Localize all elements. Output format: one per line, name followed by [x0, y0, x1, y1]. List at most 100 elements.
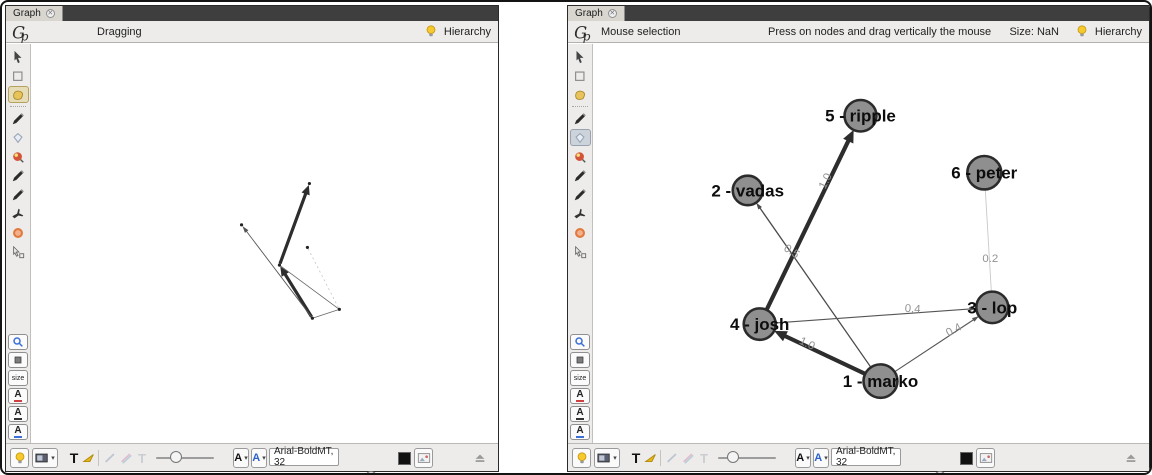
- center-graph-button[interactable]: [570, 352, 590, 368]
- graph-edge[interactable]: [985, 189, 991, 291]
- edge-text-button[interactable]: T: [696, 448, 712, 468]
- tool-heat-map-icon[interactable]: [570, 224, 591, 241]
- slider-knob[interactable]: [934, 471, 946, 475]
- font-field[interactable]: Arial-BoldMT, 32: [831, 448, 901, 466]
- edge-text-button[interactable]: T: [134, 448, 150, 468]
- tool-shortest-path-icon[interactable]: [8, 205, 29, 222]
- graph-node[interactable]: [306, 246, 309, 249]
- graph-edge[interactable]: [285, 273, 312, 317]
- edge-gradient-button[interactable]: [680, 448, 696, 468]
- tool-sizer-icon[interactable]: [8, 129, 29, 146]
- tool-rectangle-selection-icon[interactable]: [570, 67, 591, 84]
- label-size-a-button[interactable]: A: [570, 424, 590, 440]
- graph-edge[interactable]: [246, 231, 311, 317]
- zoom-magnifier-button[interactable]: [8, 334, 28, 350]
- label-plain-a-button[interactable]: A: [570, 406, 590, 422]
- label-size-a-button[interactable]: A: [8, 424, 28, 440]
- graph-canvas[interactable]: 1.00.50.20.40.41.05 - ripple2 - vadas6 -…: [593, 44, 1149, 443]
- hierarchy-label[interactable]: Hierarchy: [444, 26, 491, 38]
- tab-close-icon[interactable]: ✕: [608, 9, 617, 18]
- reset-sizes-button[interactable]: size: [570, 370, 590, 386]
- light-background-toggle-button[interactable]: [572, 448, 591, 468]
- label-color-a-button[interactable]: A: [570, 388, 590, 404]
- collapse-eject-icon[interactable]: [1123, 448, 1139, 468]
- show-node-labels-button[interactable]: T: [628, 448, 644, 468]
- graph-node[interactable]: [311, 317, 314, 320]
- tool-rectangle-selection-icon[interactable]: [8, 67, 29, 84]
- label-color-swatch[interactable]: [960, 448, 973, 468]
- edge-weight-label: 0.4: [904, 303, 921, 316]
- graph-canvas[interactable]: [31, 44, 498, 443]
- screenshot-preset-dropdown[interactable]: ▾: [594, 448, 620, 468]
- screenshot-button[interactable]: [414, 448, 433, 468]
- hierarchy-bulb-icon[interactable]: [424, 24, 438, 39]
- tab-graph[interactable]: Graph ✕: [568, 6, 625, 21]
- tool-painter-icon[interactable]: [8, 110, 29, 127]
- collapse-eject-icon[interactable]: [472, 448, 488, 468]
- tool-brush-icon[interactable]: [570, 148, 591, 165]
- tool-heat-map-icon[interactable]: [8, 224, 29, 241]
- node-label: 6 - peter: [951, 164, 1017, 183]
- screenshot-button[interactable]: [976, 448, 995, 468]
- node-font-button[interactable]: A▾: [233, 448, 249, 468]
- tool-brush-icon[interactable]: [8, 148, 29, 165]
- tool-drag-icon[interactable]: [570, 86, 591, 103]
- tool-drag-icon[interactable]: [8, 86, 29, 103]
- graph-node[interactable]: [240, 223, 243, 226]
- slider-knob[interactable]: [727, 451, 739, 463]
- tab-graph[interactable]: Graph ✕: [6, 6, 63, 21]
- graph-edge[interactable]: [776, 309, 971, 323]
- graph-node[interactable]: [308, 182, 311, 185]
- screenshot-preset-dropdown[interactable]: ▾: [32, 448, 58, 468]
- tool-sizer-icon[interactable]: [570, 129, 591, 146]
- tool-node-pencil-icon[interactable]: [8, 167, 29, 184]
- edge-line-button[interactable]: [664, 448, 680, 468]
- slider-knob[interactable]: [170, 451, 182, 463]
- tool-node-pencil-icon[interactable]: [570, 167, 591, 184]
- tool-edit-icon[interactable]: [8, 243, 29, 260]
- light-background-toggle-button[interactable]: [10, 448, 29, 468]
- tool-divider: [572, 106, 588, 107]
- node-label: 1 - marko: [843, 372, 918, 391]
- font-field[interactable]: Arial-BoldMT, 32: [269, 448, 339, 466]
- graph-edge[interactable]: [314, 310, 338, 318]
- center-graph-button[interactable]: [8, 352, 28, 368]
- zoom-magnifier-button[interactable]: [570, 334, 590, 350]
- tab-close-icon[interactable]: ✕: [46, 9, 55, 18]
- tool-edge-pencil-icon[interactable]: [8, 186, 29, 203]
- edge-line-button[interactable]: [102, 448, 118, 468]
- font-size-slider[interactable]: [908, 468, 956, 475]
- tab-strip: Graph ✕: [6, 6, 498, 21]
- window-body: sizeAAA 1.00.50.20.40.41.05 - ripple2 - …: [568, 44, 1149, 443]
- graph-edge[interactable]: [280, 193, 306, 264]
- font-size-slider[interactable]: [346, 468, 394, 475]
- tool-painter-icon[interactable]: [570, 110, 591, 127]
- graph-node[interactable]: [338, 308, 341, 311]
- label-color-a-button[interactable]: A: [8, 388, 28, 404]
- node-label: 5 - ripple: [825, 107, 896, 126]
- reset-sizes-button[interactable]: size: [8, 370, 28, 386]
- graph-edge[interactable]: [895, 319, 974, 371]
- tool-direct-selection-icon[interactable]: [8, 48, 29, 65]
- show-node-labels-button[interactable]: T: [66, 448, 82, 468]
- show-edge-labels-button[interactable]: [643, 448, 659, 468]
- label-plain-a-button[interactable]: A: [8, 406, 28, 422]
- tool-edge-pencil-icon[interactable]: [570, 186, 591, 203]
- show-edge-labels-button[interactable]: [81, 448, 97, 468]
- hierarchy-label[interactable]: Hierarchy: [1095, 26, 1142, 38]
- node-font-button[interactable]: A▾: [795, 448, 811, 468]
- label-color-swatch[interactable]: [398, 448, 411, 468]
- label-font-button[interactable]: A▾: [813, 448, 829, 468]
- edge-gradient-button[interactable]: [118, 448, 134, 468]
- hierarchy-bulb-icon[interactable]: [1075, 24, 1089, 39]
- tool-direct-selection-icon[interactable]: [570, 48, 591, 65]
- tool-shortest-path-icon[interactable]: [570, 205, 591, 222]
- slider-knob[interactable]: [365, 471, 377, 475]
- edge-weight-slider[interactable]: [156, 448, 214, 468]
- graph-edge[interactable]: [308, 249, 338, 308]
- graph-edge[interactable]: [767, 139, 849, 309]
- graph-node[interactable]: [278, 264, 281, 267]
- edge-weight-slider[interactable]: [718, 448, 776, 468]
- tool-edit-icon[interactable]: [570, 243, 591, 260]
- label-font-button[interactable]: A▾: [251, 448, 267, 468]
